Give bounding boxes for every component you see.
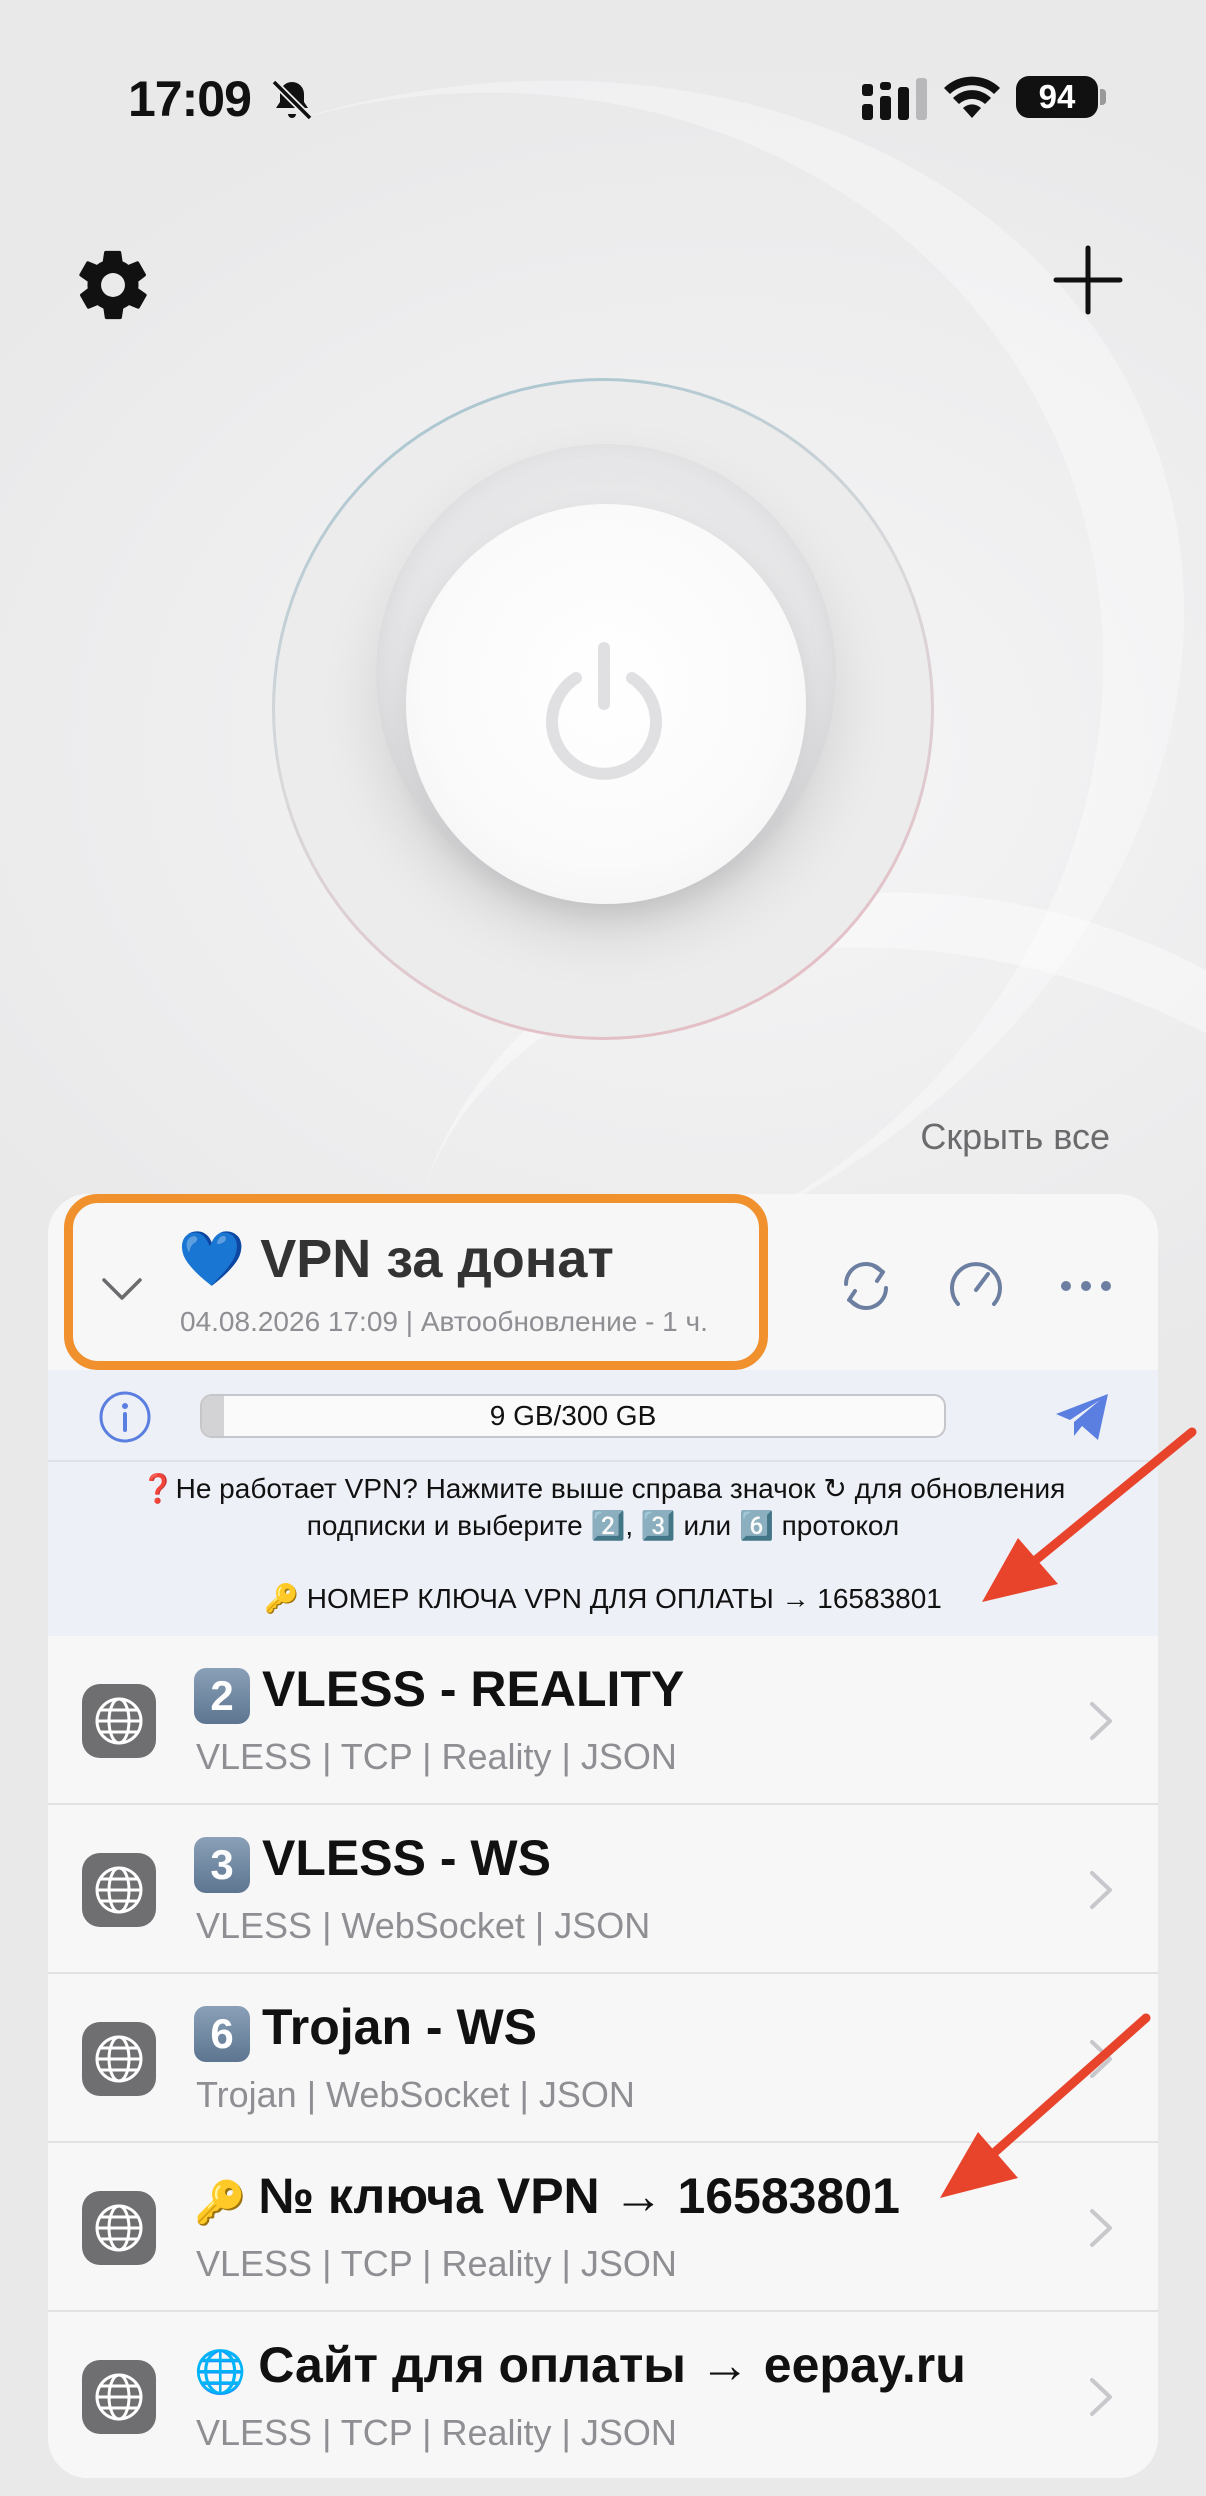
server-title: VLESS - REALITY <box>262 1661 685 1717</box>
chevron-right-icon <box>1090 2378 1112 2416</box>
server-title: Сайт для оплаты → eepay.ru <box>258 2337 966 2393</box>
globe-icon <box>82 2360 156 2434</box>
battery-tip <box>1100 89 1106 105</box>
refresh-icon[interactable] <box>834 1254 898 1318</box>
globe-icon <box>82 2022 156 2096</box>
traffic-usage-bar: 9 GB/300 GB <box>200 1394 946 1438</box>
power-icon[interactable] <box>532 638 676 782</box>
subscription-header[interactable]: 💙 VPN за донат 04.08.2026 17:09 | Автооб… <box>48 1194 1158 1370</box>
server-name: 🌐 Сайт для оплаты → eepay.ru <box>194 2336 966 2400</box>
protocol-badge: 2 <box>194 1668 250 1724</box>
server-details: VLESS | TCP | Reality | JSON <box>196 2243 677 2284</box>
server-title: Trojan - WS <box>262 1999 537 2055</box>
server-item[interactable]: 🌐 Сайт для оплаты → eepay.ru VLESS | TCP … <box>48 2312 1158 2478</box>
chevron-right-icon <box>1090 2209 1112 2247</box>
server-title: № ключа VPN → 16583801 <box>258 2168 900 2224</box>
plus-icon[interactable] <box>1052 244 1124 316</box>
server-item[interactable]: 3 VLESS - WS VLESS | WebSocket | JSON <box>48 1805 1158 1974</box>
battery-indicator: 94 <box>1016 76 1098 118</box>
annotation-arrow <box>982 1427 1197 1602</box>
traffic-usage-text: 9 GB/300 GB <box>489 1400 657 1431</box>
globe-icon <box>82 2191 156 2265</box>
annotation-arrow <box>940 2013 1151 2198</box>
chevron-right-icon <box>1090 1702 1112 1740</box>
server-name: 6 Trojan - WS <box>194 1998 537 2062</box>
server-details: VLESS | WebSocket | JSON <box>196 1905 651 1946</box>
gear-icon[interactable] <box>72 244 154 326</box>
protocol-badge: 3 <box>194 1837 250 1893</box>
server-details: VLESS | TCP | Reality | JSON <box>196 2412 677 2453</box>
more-icon[interactable] <box>1054 1254 1118 1318</box>
server-details: Trojan | WebSocket | JSON <box>196 2074 635 2115</box>
server-name: 2 VLESS - REALITY <box>194 1660 684 1724</box>
server-item[interactable]: 2 VLESS - REALITY VLESS | TCP | Reality |… <box>48 1636 1158 1805</box>
server-title: VLESS - WS <box>262 1830 551 1886</box>
speedometer-icon[interactable] <box>944 1254 1008 1318</box>
server-name: 🔑 № ключа VPN → 16583801 <box>194 2167 900 2231</box>
server-details: VLESS | TCP | Reality | JSON <box>196 1736 677 1777</box>
bell-slash-icon <box>271 79 313 121</box>
status-bar: 17:09 94 <box>0 0 1206 190</box>
globe-emoji-badge: 🌐 <box>194 2348 247 2395</box>
subscription-card: 💙 VPN за донат 04.08.2026 17:09 | Автооб… <box>48 1194 1158 2478</box>
info-icon[interactable] <box>98 1390 152 1444</box>
globe-icon <box>82 1684 156 1758</box>
wifi-icon <box>944 76 1000 118</box>
annotation-highlight-box <box>64 1194 768 1370</box>
server-name: 3 VLESS - WS <box>194 1829 551 1893</box>
chevron-right-icon <box>1090 1871 1112 1909</box>
hide-all-button[interactable]: Скрыть все <box>920 1116 1110 1158</box>
globe-icon <box>82 1853 156 1927</box>
protocol-badge: 6 <box>194 2006 250 2062</box>
key-emoji-badge: 🔑 <box>194 2179 247 2226</box>
status-time: 17:09 <box>128 71 252 127</box>
signal-icon <box>862 78 927 120</box>
